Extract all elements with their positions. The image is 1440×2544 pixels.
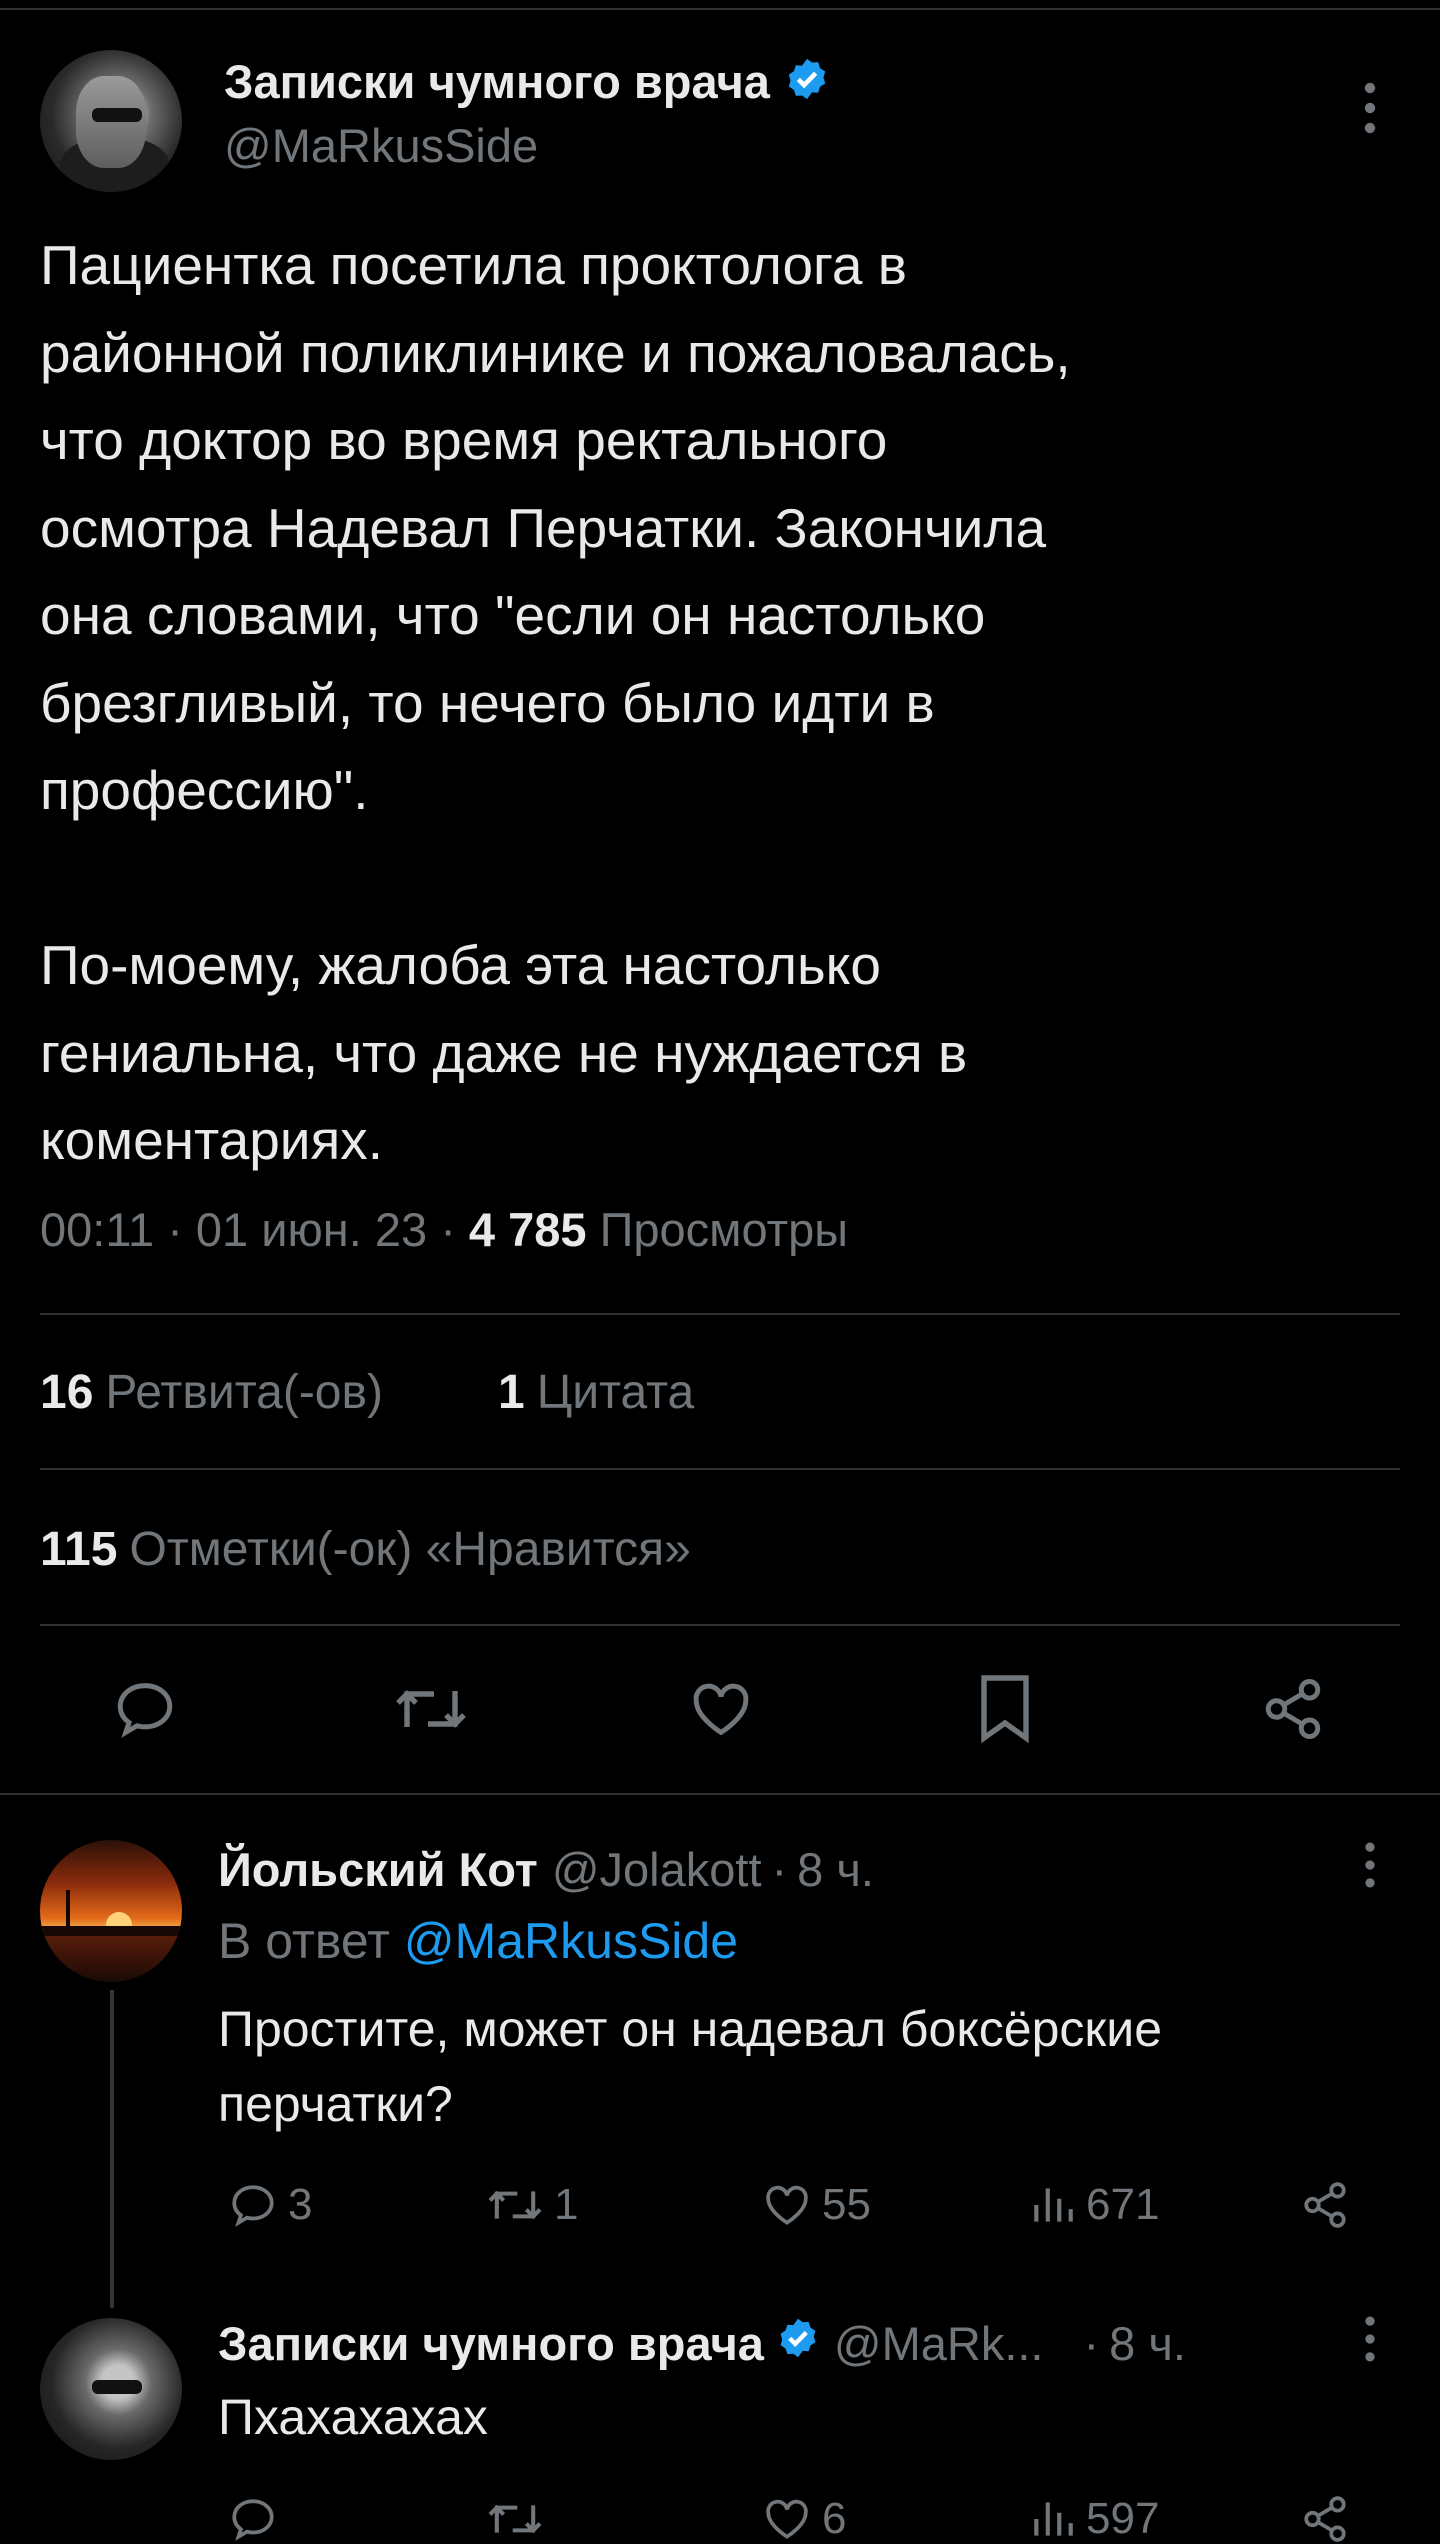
like-button[interactable]: 6 [760, 2494, 846, 2544]
divider [0, 1793, 1440, 1795]
reply-text: Простите, может он надевал боксёрские пе… [218, 1992, 1162, 2142]
likes-label: Отметки(-ок) «Нравится» [129, 1523, 691, 1576]
divider [40, 1313, 1400, 1315]
bookmark-icon [981, 1675, 1029, 1744]
verified-badge-icon [784, 56, 830, 107]
tweet-line: коментариях. [40, 1109, 384, 1171]
bookmark-button[interactable] [974, 1672, 1036, 1744]
share-icon [1304, 2496, 1346, 2542]
likes-count: 115 [40, 1523, 118, 1576]
retweet-button[interactable] [392, 1676, 470, 1742]
like-button[interactable] [686, 1676, 756, 1742]
views-count: 4 785 [468, 1203, 587, 1256]
reply-time[interactable]: 8 ч. [1109, 2316, 1186, 2371]
tweet-line: она словами, что "если он настолько [40, 584, 986, 646]
reply-time[interactable]: 8 ч. [797, 1842, 874, 1897]
share-button[interactable] [1298, 2494, 1352, 2544]
retweet-icon [488, 2504, 542, 2534]
tweet-time[interactable]: 00:11 [40, 1203, 154, 1256]
author-name-row: Записки чумного врача [224, 54, 830, 109]
views-button[interactable]: 597 [1028, 2494, 1159, 2544]
tweet-line: что доктор во время ректального [40, 409, 888, 471]
tweet-paragraph-1: Пациентка посетила проктолога в районной… [40, 222, 1400, 835]
views-bar-icon [1034, 2188, 1073, 2222]
top-border [0, 0, 1440, 10]
views-count: 597 [1086, 2494, 1160, 2543]
retweets-label: Ретвита(-ов) [105, 1366, 383, 1419]
more-vertical-icon[interactable] [1350, 2314, 1390, 2369]
reply-header: Записки чумного врача @MaRk... · 8 ч. [218, 2316, 1186, 2371]
tweet-text: Пациентка посетила проктолога в районной… [40, 222, 1400, 1185]
divider [40, 1468, 1400, 1470]
views-bar-icon [1034, 2502, 1073, 2536]
replying-to: В ответ @MaRkusSide [218, 1912, 738, 1970]
reply-header: Йольский Кот @Jolakott · 8 ч. [218, 1842, 874, 1897]
reply-button[interactable]: 3 [226, 2180, 312, 2230]
tweet-meta: 00:11 · 01 июн. 23 · 4 785 Просмотры [40, 1202, 848, 1257]
tweet-date[interactable]: 01 июн. 23 [196, 1203, 427, 1256]
tweet-line: районной поликлинике и пожаловалась, [40, 321, 1071, 384]
thread-line [110, 1990, 114, 2308]
reply-author-name[interactable]: Записки чумного врача [218, 2316, 764, 2371]
reply-line: перчатки? [218, 2076, 453, 2132]
share-button[interactable] [1298, 2180, 1352, 2230]
separator: · [1083, 2317, 1100, 2370]
heart-icon [693, 1683, 749, 1736]
separator: · [771, 1843, 788, 1896]
reply-author-handle[interactable]: @Jolakott [552, 1842, 762, 1897]
heart-icon [766, 2499, 808, 2539]
avatar[interactable] [40, 2318, 182, 2460]
retweet-icon [396, 1690, 466, 1728]
tweet-paragraph-2: По-моему, жалоба эта настолько гениальна… [40, 922, 1400, 1185]
tweet-line: По-моему, жалоба эта настолько [40, 934, 881, 996]
quotes-label: Цитата [536, 1366, 695, 1419]
share-button[interactable] [1258, 1676, 1328, 1742]
reply-bubble-icon [232, 2185, 274, 2227]
views-count: 671 [1086, 2180, 1160, 2229]
retweet-button[interactable] [484, 2494, 546, 2544]
avatar[interactable] [40, 1840, 182, 1982]
reply-bubble-icon [232, 2499, 274, 2541]
tweet-line: брезгливый, то нечего было идти в [40, 671, 935, 734]
retweets-stat[interactable]: 16 Ретвита(-ов) [40, 1365, 383, 1420]
reply-button[interactable] [226, 2494, 280, 2544]
separator: · [167, 1203, 183, 1256]
quotes-stat[interactable]: 1 Цитата [498, 1365, 694, 1420]
retweet-button[interactable]: 1 [484, 2180, 578, 2230]
more-vertical-icon[interactable] [1350, 1840, 1390, 1895]
author-name[interactable]: Записки чумного врача [224, 54, 770, 109]
share-icon [1265, 1679, 1321, 1739]
reply-author-handle[interactable]: @MaRk... [834, 2316, 1044, 2371]
separator: · [440, 1203, 456, 1256]
avatar[interactable] [40, 50, 182, 192]
reply-text: Пхахахахах [218, 2389, 488, 2445]
reply-button[interactable] [110, 1676, 180, 1742]
verified-badge-icon [776, 2316, 820, 2371]
like-button[interactable]: 55 [760, 2180, 871, 2230]
likes-stat[interactable]: 115 Отметки(-ок) «Нравится» [40, 1522, 691, 1577]
views-label: Просмотры [599, 1203, 849, 1256]
tweet-line: гениальна, что даже не нуждается в [40, 1021, 968, 1084]
retweet-count: 1 [554, 2180, 579, 2229]
replying-mention[interactable]: @MaRkusSide [404, 1913, 738, 1969]
more-vertical-icon[interactable] [1350, 80, 1390, 141]
like-count: 6 [822, 2494, 847, 2543]
like-count: 55 [822, 2180, 871, 2229]
reply-author-name[interactable]: Йольский Кот [218, 1842, 538, 1897]
heart-icon [766, 2185, 808, 2225]
reply-bubble-icon [117, 1683, 173, 1738]
reply-count: 3 [288, 2180, 313, 2229]
replying-prefix: В ответ [218, 1913, 390, 1969]
reply-line: Простите, может он надевал боксёрские [218, 2001, 1163, 2057]
author-handle[interactable]: @MaRkusSide [224, 118, 538, 173]
quotes-count: 1 [498, 1366, 525, 1419]
tweet-line: осмотра Надевал Перчатки. Закончила [40, 496, 1047, 559]
views-button[interactable]: 671 [1028, 2180, 1159, 2230]
tweet-line: Пациентка посетила проктолога в [40, 234, 907, 296]
divider [40, 1624, 1400, 1626]
retweets-count: 16 [40, 1366, 94, 1419]
share-icon [1304, 2182, 1346, 2228]
retweet-icon [488, 2190, 542, 2220]
tweet-line: профессию". [40, 759, 369, 821]
